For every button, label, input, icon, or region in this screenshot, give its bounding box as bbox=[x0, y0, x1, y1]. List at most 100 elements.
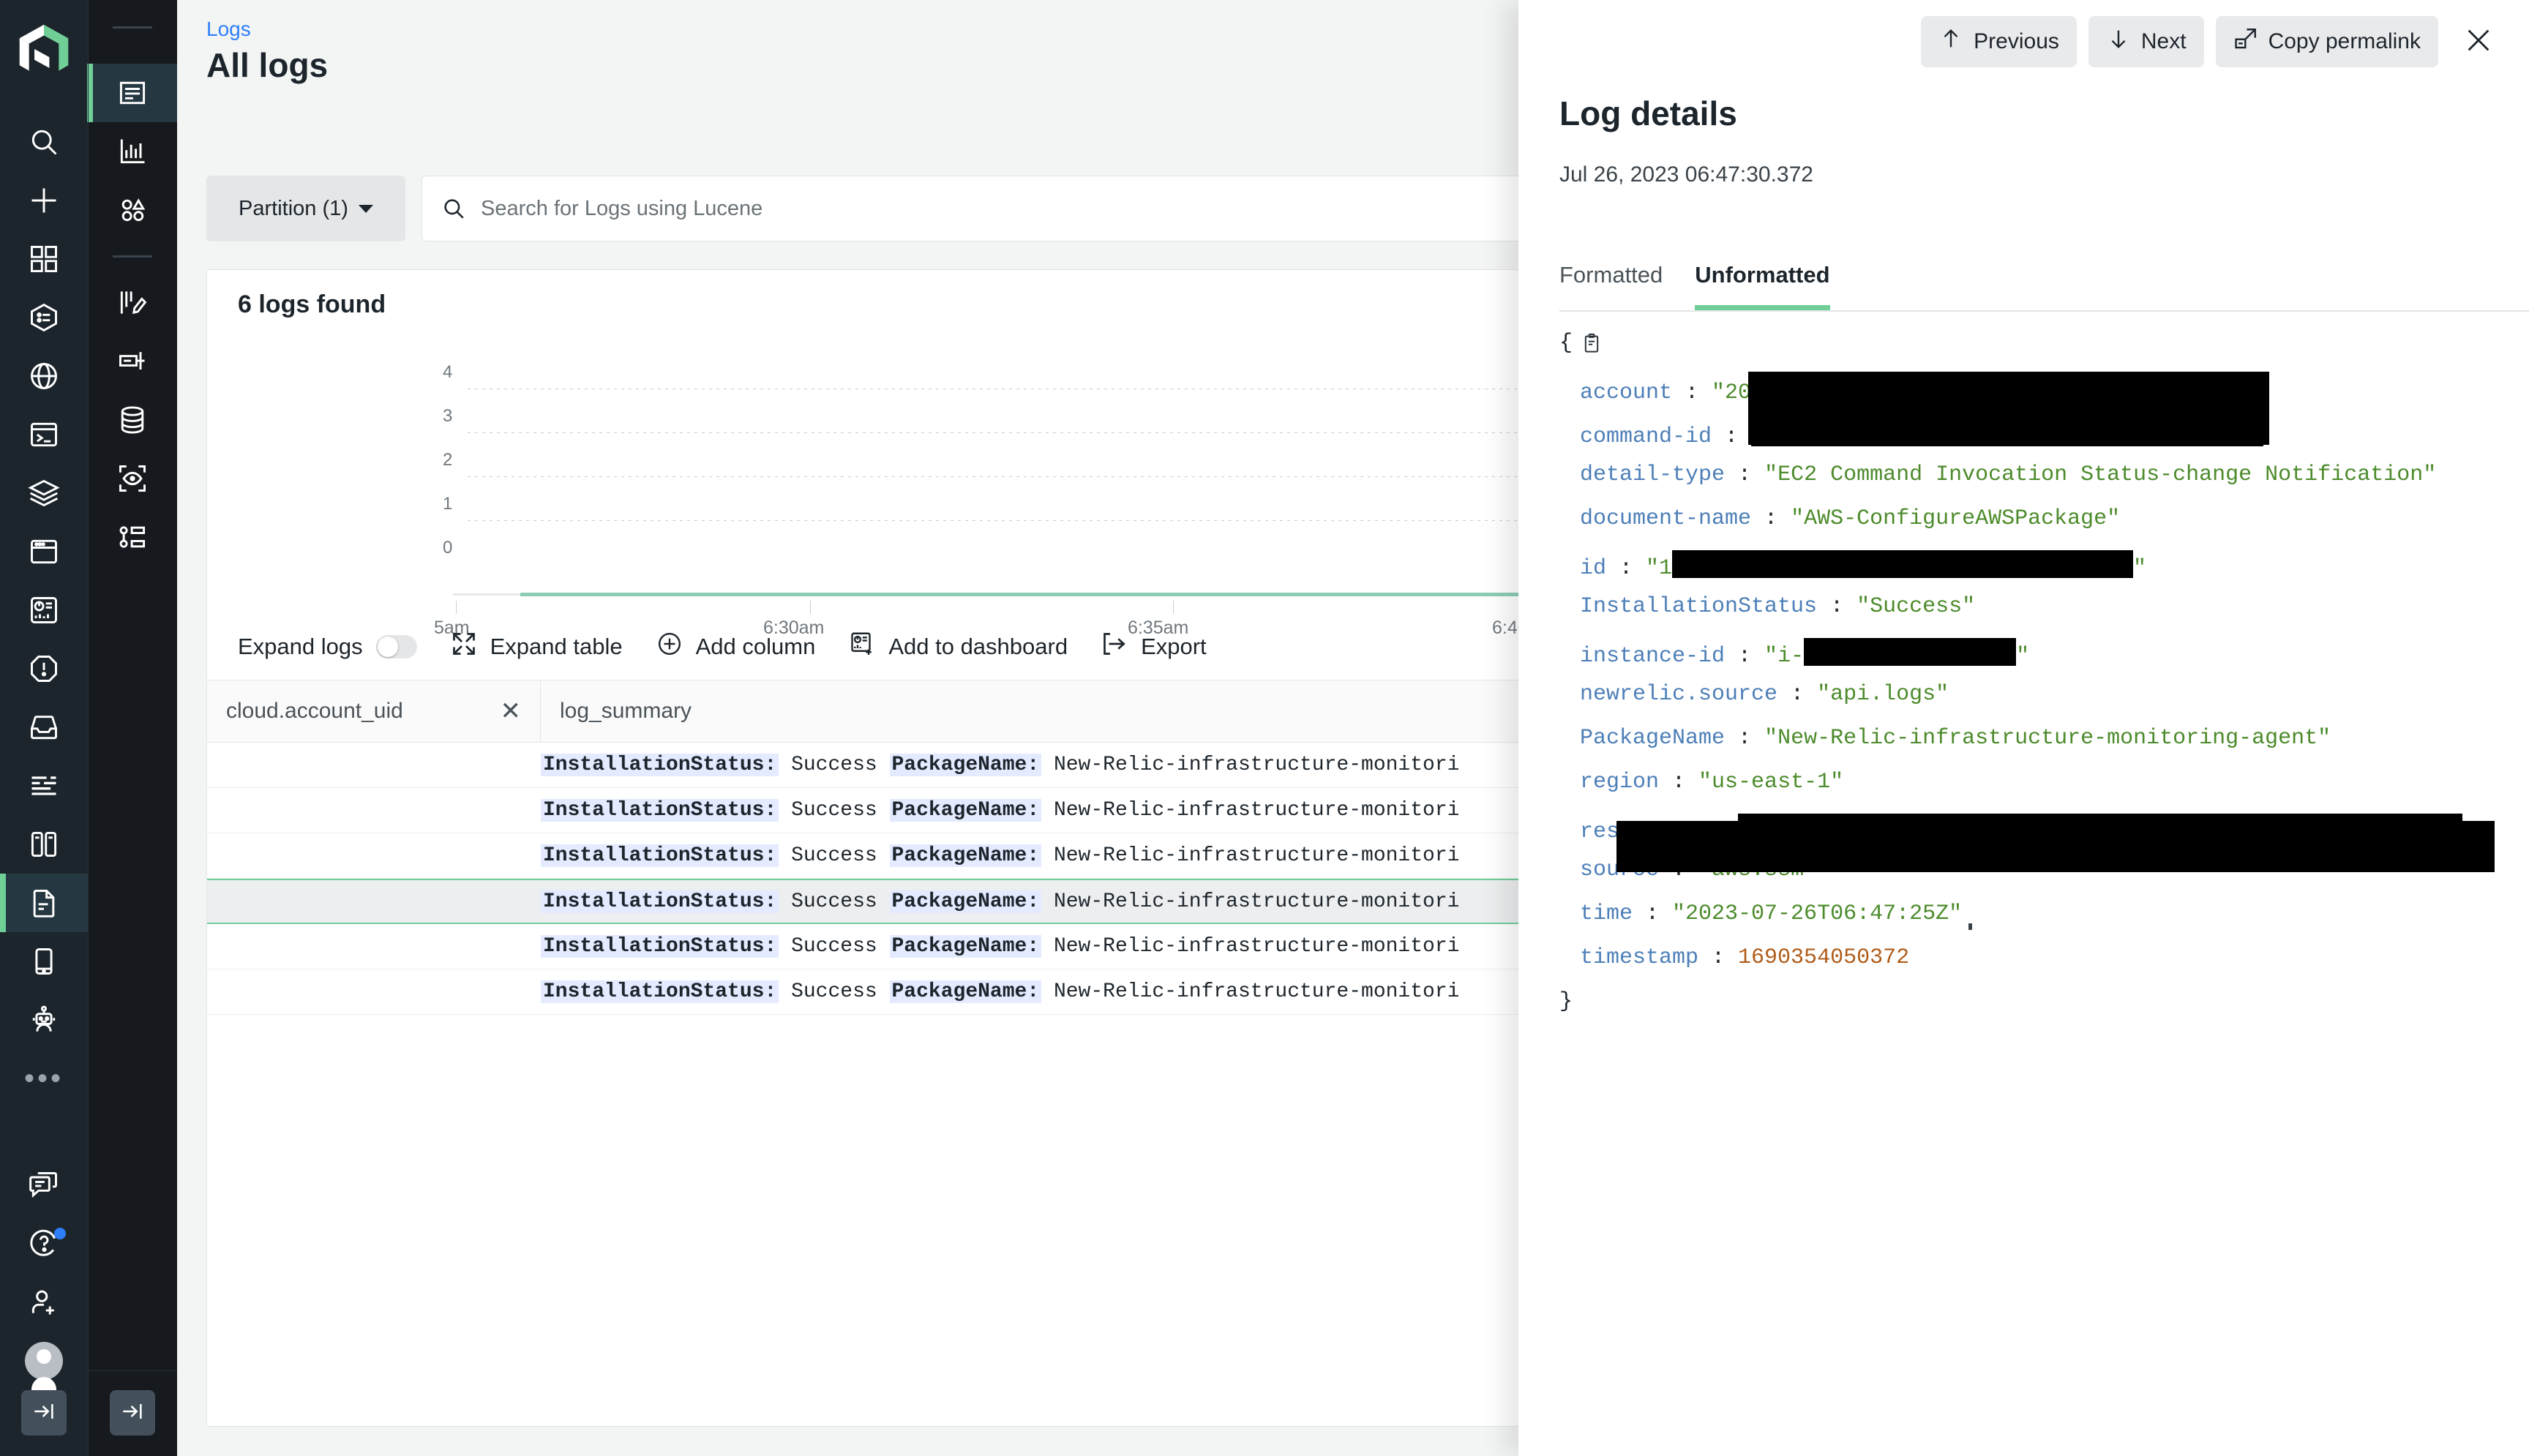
sidebar-item-parsing[interactable] bbox=[88, 274, 177, 332]
toggle-switch[interactable] bbox=[375, 635, 417, 658]
add-user-icon bbox=[28, 1286, 60, 1318]
json-line: time : "2023-07-26T06:47:25Z" bbox=[1518, 901, 2529, 945]
add-to-dashboard-button[interactable]: Add to dashboard bbox=[849, 631, 1068, 663]
copy-permalink-button[interactable]: Copy permalink bbox=[2215, 16, 2438, 67]
sidebar-item-entities[interactable] bbox=[0, 288, 88, 347]
previous-button[interactable]: Previous bbox=[1921, 16, 2077, 67]
redaction-block bbox=[1804, 638, 2017, 666]
json-colon: : bbox=[1633, 901, 1673, 926]
json-value-suffix: " bbox=[2133, 556, 2147, 581]
expand-table-label: Expand table bbox=[490, 634, 623, 659]
column-label: cloud.account_uid bbox=[226, 699, 403, 723]
expand-icon bbox=[451, 631, 477, 663]
sidebar-item-browser-app[interactable] bbox=[0, 522, 88, 581]
json-line: newrelic.source : "api.logs" bbox=[1518, 682, 2529, 726]
partition-dropdown[interactable]: Partition (1) bbox=[206, 176, 405, 241]
layers-icon bbox=[28, 477, 60, 509]
sidebar-item-drop-filters[interactable] bbox=[88, 332, 177, 391]
log-key: InstallationStatus: bbox=[541, 890, 779, 913]
sidebar-item-account[interactable] bbox=[0, 1332, 88, 1390]
collapse-secondary-nav-button[interactable] bbox=[110, 1390, 155, 1436]
sidebar-item-synthetics[interactable] bbox=[0, 991, 88, 1049]
tab-formatted[interactable]: Formatted bbox=[1559, 262, 1663, 310]
json-key: newrelic.source bbox=[1580, 682, 1778, 707]
json-key: timestamp bbox=[1580, 945, 1699, 970]
json-line: document-name : "AWS-ConfigureAWSPackage… bbox=[1518, 506, 2529, 550]
json-colon: : bbox=[1751, 506, 1791, 531]
arrow-down-icon bbox=[2106, 26, 2131, 57]
add-column-button[interactable]: Add column bbox=[656, 631, 815, 663]
sidebar-item-search[interactable] bbox=[0, 113, 88, 171]
new-relic-logo[interactable] bbox=[17, 22, 71, 76]
secondary-nav-rail bbox=[87, 0, 177, 1456]
live-archives-icon bbox=[116, 521, 149, 553]
sidebar-item-all-logs[interactable] bbox=[0, 874, 88, 932]
sidebar-item-browser[interactable] bbox=[0, 347, 88, 405]
sidebar-item-errors-inbox[interactable] bbox=[0, 698, 88, 757]
copy-permalink-label: Copy permalink bbox=[2268, 29, 2421, 53]
sidebar-item-help[interactable] bbox=[0, 1215, 88, 1273]
copy-icon[interactable] bbox=[1581, 333, 1602, 358]
sidebar-item-data-partitions[interactable] bbox=[88, 391, 177, 449]
json-key: id bbox=[1580, 556, 1607, 581]
nav-divider bbox=[113, 26, 152, 29]
sidebar-item-all-logs-secondary[interactable] bbox=[87, 64, 177, 122]
bar-chart-icon bbox=[116, 135, 149, 168]
sidebar-item-invite-users[interactable] bbox=[0, 1273, 88, 1332]
json-colon: : bbox=[1659, 770, 1699, 795]
breadcrumb[interactable]: Logs bbox=[206, 18, 251, 41]
tab-unformatted[interactable]: Unformatted bbox=[1695, 262, 1830, 310]
json-value: "AWS-ConfigureAWSPackage" bbox=[1791, 506, 2121, 531]
log-key: InstallationStatus: bbox=[541, 935, 779, 958]
expand-logs-toggle[interactable]: Expand logs bbox=[238, 634, 417, 660]
grid-icon bbox=[28, 243, 60, 275]
obfuscation-icon bbox=[116, 462, 149, 495]
sidebar-item-attributes[interactable] bbox=[88, 181, 177, 239]
sidebar-item-dashboards[interactable] bbox=[0, 581, 88, 639]
search-icon bbox=[441, 196, 466, 221]
json-key: detail-type bbox=[1580, 462, 1726, 487]
close-panel-button[interactable] bbox=[2456, 19, 2501, 64]
sidebar-item-logs[interactable] bbox=[0, 757, 88, 815]
column-header-cloud-account-uid[interactable]: cloud.account_uid ✕ bbox=[207, 680, 541, 742]
y-tick-0: 0 bbox=[443, 538, 453, 558]
sidebar-item-query[interactable] bbox=[0, 405, 88, 464]
next-button[interactable]: Next bbox=[2088, 16, 2204, 67]
json-key: command-id bbox=[1580, 424, 1712, 449]
log-key: PackageName: bbox=[889, 844, 1042, 867]
sidebar-item-live-archives[interactable] bbox=[88, 508, 177, 566]
sidebar-item-feedback[interactable] bbox=[0, 1156, 88, 1215]
sidebar-item-alerts[interactable] bbox=[0, 639, 88, 698]
avatar bbox=[25, 1342, 63, 1390]
json-line: id : "1 " bbox=[1518, 550, 2529, 594]
json-colon: : bbox=[1606, 556, 1646, 581]
sidebar-item-more[interactable]: ••• bbox=[0, 1049, 88, 1108]
sidebar-item-library[interactable] bbox=[0, 815, 88, 874]
redaction-block bbox=[1672, 550, 2134, 578]
sidebar-item-capabilities[interactable] bbox=[0, 230, 88, 288]
log-key: InstallationStatus: bbox=[541, 980, 779, 1003]
log-key: InstallationStatus: bbox=[541, 844, 779, 867]
sidebar-item-stack[interactable] bbox=[0, 464, 88, 522]
y-tick-1: 1 bbox=[443, 494, 453, 514]
json-key: PackageName bbox=[1580, 726, 1726, 751]
sidebar-item-patterns[interactable] bbox=[88, 122, 177, 181]
expand-table-button[interactable]: Expand table bbox=[451, 631, 623, 663]
collapse-primary-nav-button[interactable] bbox=[21, 1390, 67, 1436]
json-value: "EC2 Command Invocation Status-change No… bbox=[1764, 462, 2437, 487]
sidebar-item-create[interactable] bbox=[0, 171, 88, 230]
search-placeholder: Search for Logs using Lucene bbox=[481, 196, 763, 220]
export-button[interactable]: Export bbox=[1101, 631, 1207, 663]
json-key: instance-id bbox=[1580, 644, 1726, 669]
partition-label: Partition (1) bbox=[239, 196, 348, 220]
json-value: "i- bbox=[1764, 644, 1805, 669]
document-icon bbox=[28, 887, 60, 919]
database-icon bbox=[116, 404, 149, 436]
add-to-dashboard-label: Add to dashboard bbox=[888, 634, 1068, 659]
results-count: 6 logs found bbox=[238, 290, 386, 318]
sidebar-item-obfuscation[interactable] bbox=[88, 449, 177, 508]
dashboard-plus-icon bbox=[849, 631, 875, 663]
close-icon[interactable]: ✕ bbox=[501, 697, 522, 726]
terminal-icon bbox=[28, 419, 60, 451]
sidebar-item-mobile[interactable] bbox=[0, 932, 88, 991]
